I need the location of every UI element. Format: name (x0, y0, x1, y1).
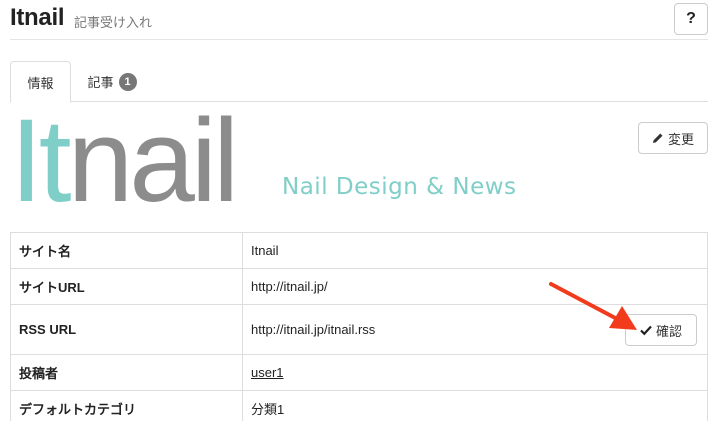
site-name-value: Itnail (242, 232, 708, 269)
page-header: Itnail 記事受け入れ ? (10, 0, 708, 40)
check-icon (640, 325, 652, 336)
edit-button[interactable]: 変更 (638, 122, 708, 154)
logo-wordmark: Itnail (10, 102, 239, 220)
pencil-icon (652, 133, 663, 143)
default-category-value: 分類1 (242, 390, 708, 421)
table-row: 投稿者 user1 (10, 354, 708, 391)
table-row: サイトURL http://itnail.jp/ (10, 268, 708, 305)
poster-cell: user1 (242, 354, 708, 391)
row-key: サイト名 (10, 232, 243, 269)
table-row: サイト名 Itnail (10, 232, 708, 269)
articles-count-badge: 1 (118, 72, 137, 91)
site-logo: Itnail Nail Design & News (10, 102, 530, 224)
row-key: 投稿者 (10, 354, 243, 391)
table-row: デフォルトカテゴリ 分類1 (10, 390, 708, 421)
table-row: RSS URL http://itnail.jp/itnail.rss 確認 (10, 304, 708, 355)
logo-tagline: Nail Design & News (282, 174, 517, 200)
logo-wordmark-it: It (10, 95, 72, 227)
help-button[interactable]: ? (674, 3, 708, 35)
page-subtitle: 記事受け入れ (74, 16, 153, 31)
row-key: RSS URL (10, 304, 243, 355)
logo-wordmark-nail: nail (67, 95, 240, 227)
rss-url-value: http://itnail.jp/itnail.rss (251, 322, 376, 337)
poster-user-link[interactable]: user1 (251, 365, 284, 380)
page-title: Itnail (10, 4, 65, 31)
confirm-button-label: 確認 (655, 323, 682, 339)
tab-info-label: 情報 (27, 76, 54, 92)
tab-articles-label: 記事 (87, 76, 114, 91)
edit-button-label: 変更 (667, 132, 694, 148)
confirm-button[interactable]: 確認 (625, 314, 697, 346)
row-key: デフォルトカテゴリ (10, 390, 243, 421)
site-url-value: http://itnail.jp/ (242, 268, 708, 305)
row-key: サイトURL (10, 268, 243, 305)
rss-url-cell: http://itnail.jp/itnail.rss 確認 (242, 304, 708, 355)
site-details-table: サイト名 Itnail サイトURL http://itnail.jp/ RSS… (10, 232, 708, 421)
